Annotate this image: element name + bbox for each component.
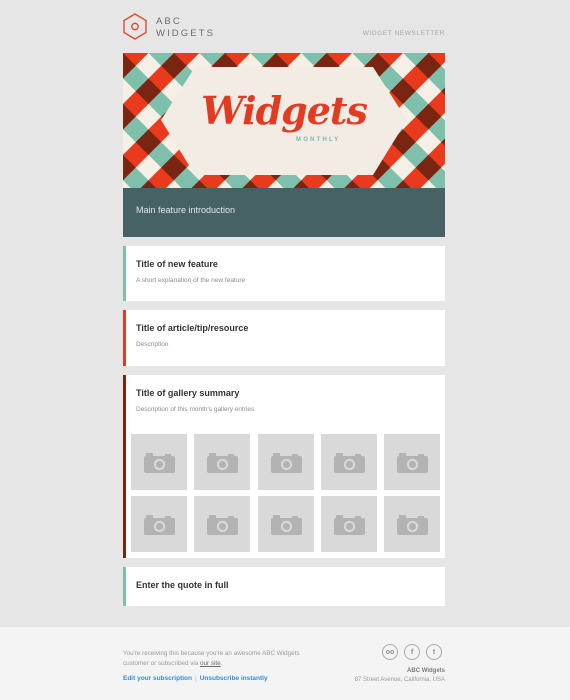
camera-icon — [397, 453, 429, 473]
hero-banner: Widgets MONTHLY — [123, 53, 445, 188]
camera-icon — [207, 453, 239, 473]
card-gallery[interactable]: Title of gallery summary Description of … — [123, 375, 445, 558]
brand-name: ABC WIDGETS — [156, 16, 215, 40]
flickr-icon[interactable]: oo — [382, 644, 398, 660]
card-quote[interactable]: Enter the quote in full — [123, 567, 445, 606]
accent-bar — [123, 375, 126, 558]
gallery-thumbnail[interactable] — [257, 434, 314, 490]
gallery-thumbnail[interactable] — [384, 496, 441, 552]
camera-icon — [333, 515, 365, 535]
unsubscribe-link[interactable]: Unsubscribe instantly — [200, 675, 268, 682]
our-site-link[interactable]: our site — [200, 660, 221, 667]
card-title: Title of new feature — [136, 259, 218, 269]
email-header: ABC WIDGETS WIDGET NEWSLETTER — [123, 0, 445, 53]
card-new-feature[interactable]: Title of new feature A short explanation… — [123, 246, 445, 301]
subscription-links: Edit your subscription | Unsubscribe insta… — [123, 675, 268, 682]
camera-icon — [270, 453, 302, 473]
company-name: ABC Widgets — [407, 668, 445, 674]
accent-bar — [123, 246, 126, 301]
accent-bar — [123, 310, 126, 366]
camera-icon — [270, 515, 302, 535]
twitter-icon[interactable]: t — [426, 644, 442, 660]
gallery-thumbnail[interactable] — [131, 434, 187, 490]
camera-icon — [333, 453, 365, 473]
quote-text: Enter the quote in full — [136, 580, 229, 590]
card-description: Description of this month's gallery entr… — [136, 406, 255, 413]
card-article[interactable]: Title of article/tip/resource Descriptio… — [123, 310, 445, 366]
footer-notice-line-2: customer or subscribed via — [123, 659, 199, 667]
gallery-thumbnail[interactable] — [194, 496, 251, 552]
gallery-thumbnail[interactable] — [257, 496, 314, 552]
card-description: A short explanation of the new feature — [136, 277, 246, 284]
camera-icon — [207, 515, 239, 535]
company-address: 87 Street Avenue, California, USA — [354, 677, 445, 683]
gallery-thumbnail[interactable] — [384, 434, 441, 490]
link-separator: | — [194, 675, 197, 682]
hero-title: Widgets — [201, 88, 368, 133]
email-container: ABC WIDGETS WIDGET NEWSLETTER Widgets MO… — [123, 0, 445, 606]
footer-notice-line-1: You're receiving this because you're an … — [123, 650, 300, 657]
gallery-thumbnail[interactable] — [194, 434, 251, 490]
gallery-thumbnail[interactable] — [131, 496, 187, 552]
facebook-icon[interactable]: f — [404, 644, 420, 660]
card-description: Description — [136, 341, 169, 348]
gallery-grid — [131, 434, 441, 552]
newsletter-label: WIDGET NEWSLETTER — [362, 30, 445, 37]
accent-bar — [123, 567, 126, 606]
email-footer: You're receiving this because you're an … — [0, 627, 570, 700]
camera-icon — [144, 453, 175, 473]
hexagon-logo-icon — [123, 13, 147, 40]
card-title: Title of gallery summary — [136, 388, 240, 398]
gallery-thumbnail[interactable] — [320, 496, 377, 552]
camera-icon — [144, 515, 175, 535]
hero-subtitle: MONTHLY — [296, 137, 341, 143]
footer-notice: You're receiving this because you're an … — [123, 650, 300, 667]
brand-line-1: ABC — [156, 16, 182, 27]
edit-subscription-link[interactable]: Edit your subscription — [123, 675, 192, 682]
card-title: Title of article/tip/resource — [136, 323, 249, 333]
social-icons: oo f t — [382, 644, 442, 660]
gallery-thumbnail[interactable] — [320, 434, 377, 490]
company-info: ABC Widgets 87 Street Avenue, California… — [355, 667, 445, 685]
brand-line-2: WIDGETS — [156, 28, 216, 39]
camera-icon — [397, 515, 429, 535]
feature-intro[interactable]: Main feature introduction — [123, 188, 445, 237]
